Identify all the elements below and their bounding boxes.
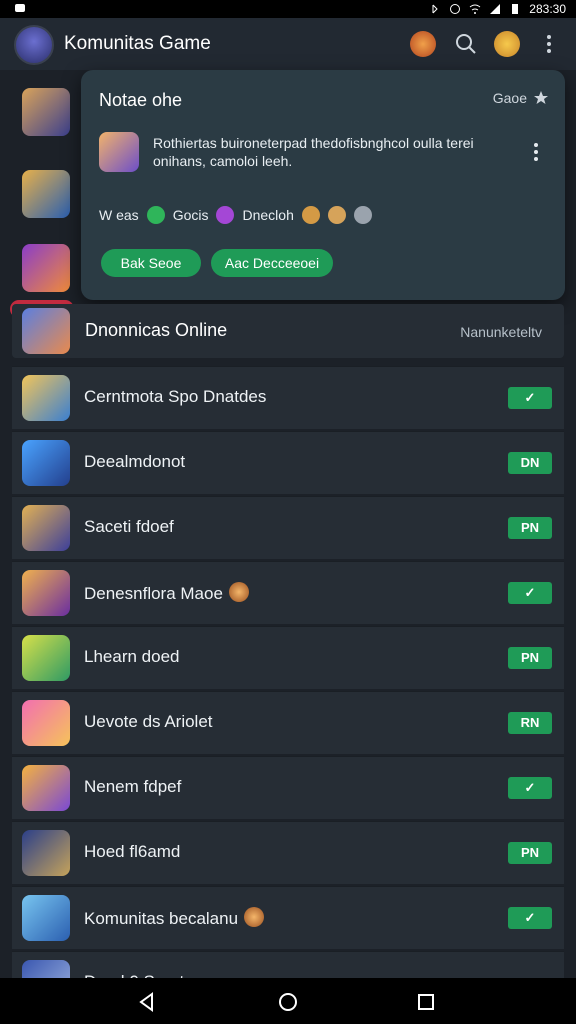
secondary-action-button[interactable]: Aac Decceeoei	[211, 249, 333, 277]
meta-item: Gocis	[172, 207, 209, 223]
alarm-icon	[450, 4, 461, 14]
primary-action-button[interactable]: Bak Seoe	[101, 249, 201, 277]
game-icon[interactable]	[22, 244, 70, 292]
notification-close-button[interactable]: Gaoe	[493, 90, 549, 106]
join-button[interactable]: PN	[508, 842, 552, 864]
notification-meta: W eas Gocis Dnecloh	[99, 206, 372, 224]
alien-icon	[146, 206, 165, 224]
list-item-label: Nenem fdpef	[84, 777, 181, 797]
meta-prefix: W eas	[99, 207, 139, 223]
more-vert-icon[interactable]	[540, 31, 566, 57]
list-item[interactable]: Cerntmota Spo Dnatdes ✓	[12, 366, 564, 429]
list-item-label: Hoed fl6amd	[84, 842, 180, 862]
list-item-text: Lhearn doed	[84, 647, 180, 666]
wifi-icon	[469, 4, 481, 14]
avatar-icon	[327, 206, 346, 224]
notification-title: Notae ohe	[99, 90, 183, 110]
list-item-label: Lhearn doed	[84, 647, 179, 667]
list-item-text: Saceti fdoef	[84, 517, 174, 536]
join-button[interactable]: ✓	[508, 907, 552, 929]
gem-icon	[216, 206, 235, 224]
game-icon	[22, 505, 70, 551]
notification-card: Notae ohe Gaoe Rothiertas buironeterpad …	[81, 70, 565, 300]
game-icon[interactable]	[22, 170, 70, 218]
status-bar: 283:30	[0, 0, 576, 18]
game-icon	[22, 895, 70, 941]
game-icon	[22, 440, 70, 486]
close-label: Gaoe	[492, 90, 527, 106]
recents-icon[interactable]	[415, 991, 437, 1013]
join-button[interactable]: PN	[508, 647, 552, 669]
list-item-label: Denesnflora Maoe	[84, 582, 249, 604]
game-icon	[22, 830, 70, 876]
list-item-text: Nenem fdpef	[84, 777, 182, 796]
meta-item: Dnecloh	[242, 207, 294, 223]
join-button[interactable]: ✓	[508, 582, 552, 604]
list-item[interactable]: Deealmdonot DN	[12, 431, 564, 494]
list-item-label: Deealmdonot	[84, 452, 185, 472]
join-button[interactable]: ✓	[508, 387, 552, 409]
join-button[interactable]: PN	[508, 517, 552, 539]
join-button[interactable]: RN	[508, 712, 552, 734]
join-button[interactable]: DN	[508, 452, 552, 474]
section-title: Dnonnicas Online	[85, 320, 228, 340]
app-bar: Komunitas Game	[0, 18, 576, 70]
game-icon	[22, 765, 70, 811]
list-item[interactable]: Uevote ds Ariolet RN	[12, 691, 564, 754]
notification-thumbnail	[99, 132, 139, 172]
game-avatar-icon[interactable]	[410, 31, 436, 57]
helmet-icon	[353, 206, 372, 224]
app-avatar[interactable]	[14, 25, 54, 65]
list-item-text: Uevote ds Ariolet	[84, 712, 213, 731]
list-item-text: Komunitas becalanu	[84, 909, 239, 928]
section-link[interactable]: Nanunketeltv	[460, 324, 542, 340]
list-item-label: Komunitas becalanu	[84, 907, 265, 929]
star-icon	[534, 91, 548, 104]
online-section-header[interactable]: Dnonnicas Online Nanunketeltv	[12, 304, 564, 358]
navigation-bar	[0, 978, 576, 1024]
list-item-label: Saceti fdoef	[84, 517, 174, 537]
search-icon[interactable]	[453, 31, 479, 57]
home-icon[interactable]	[277, 991, 299, 1013]
status-time: 283:30	[529, 2, 566, 16]
list-item-label: Uevote ds Ariolet	[84, 712, 213, 732]
back-icon[interactable]	[136, 991, 158, 1013]
join-button[interactable]: ✓	[508, 777, 552, 799]
list-item-text: Deealmdonot	[84, 452, 186, 471]
signal-icon	[490, 4, 501, 14]
list-item-text: Hoed fl6amd	[84, 842, 181, 861]
game-icon	[22, 375, 70, 421]
more-vert-icon[interactable]	[529, 140, 543, 164]
game-icon	[22, 570, 70, 616]
list-item[interactable]: Nenem fdpef ✓	[12, 756, 564, 819]
game-icon	[22, 700, 70, 746]
coin-icon	[244, 907, 265, 927]
list-item[interactable]: Denesnflora Maoe ✓	[12, 561, 564, 624]
bluetooth-icon	[432, 4, 439, 14]
list-item-text: Cerntmota Spo Dnatdes	[84, 387, 267, 406]
notification-message: Rothiertas buironeterpad thedofisbnghcol…	[153, 135, 474, 169]
list-item[interactable]: Komunitas becalanu ✓	[12, 886, 564, 949]
list-item[interactable]: Hoed fl6amd PN	[12, 821, 564, 884]
notification-icon	[14, 2, 26, 17]
game-icon	[22, 635, 70, 681]
list-item-text: Denesnflora Maoe	[84, 584, 223, 603]
online-section-icon	[22, 308, 70, 354]
game-icon[interactable]	[22, 88, 70, 136]
app-title: Komunitas Game	[64, 33, 211, 54]
list-item[interactable]: Saceti fdoef PN	[12, 496, 564, 559]
battery-icon	[512, 4, 519, 14]
list-item[interactable]: Lhearn doed PN	[12, 626, 564, 689]
coin-icon	[228, 582, 249, 602]
avatar-icon	[301, 206, 320, 224]
coin-icon[interactable]	[494, 31, 520, 57]
list-item-label: Cerntmota Spo Dnatdes	[84, 387, 266, 407]
